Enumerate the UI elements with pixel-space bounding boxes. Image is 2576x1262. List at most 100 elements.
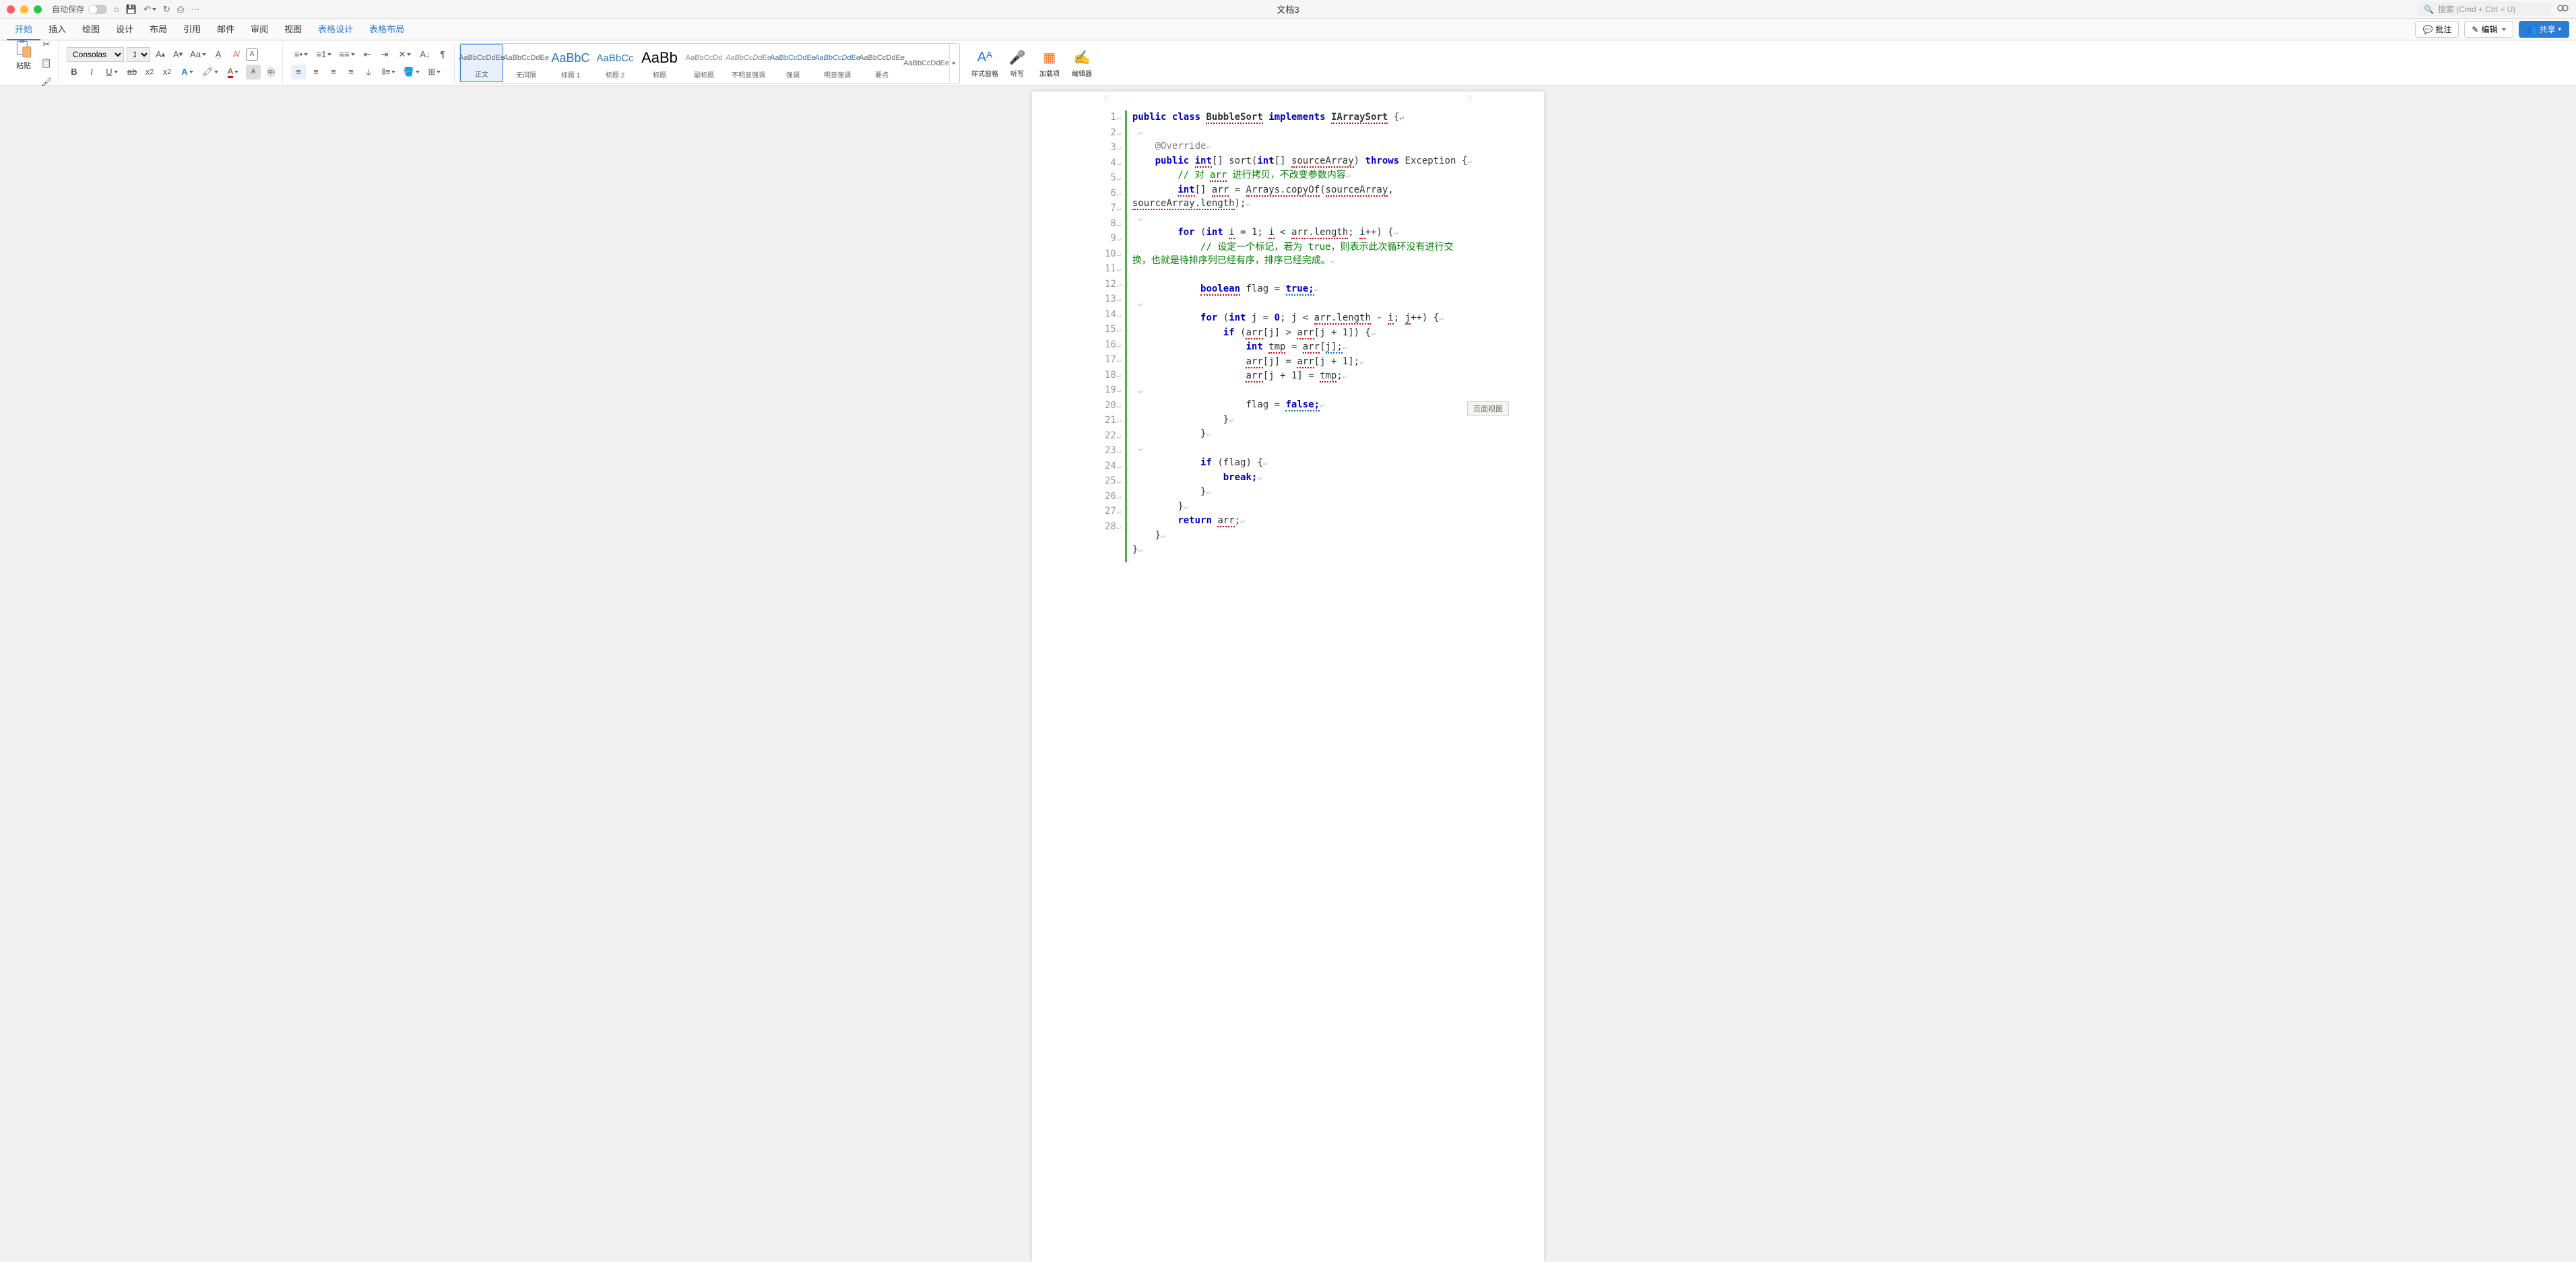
search-box[interactable]: 🔍 搜索 (Cmd + Ctrl + U) — [2417, 2, 2552, 16]
increase-font-button[interactable]: A▴ — [153, 47, 168, 62]
italic-button[interactable]: I — [84, 65, 99, 79]
code-line[interactable]: }↵ — [1132, 485, 1472, 500]
code-line[interactable]: arr[j + 1] = tmp;↵ — [1132, 369, 1472, 384]
code-line[interactable]: for (int i = 1; i < arr.length; i++) {↵ — [1132, 226, 1472, 240]
tab-6[interactable]: 邮件 — [209, 18, 243, 40]
align-right-button[interactable]: ≡ — [326, 65, 341, 79]
code-line[interactable]: if (arr[j] > arr[j + 1]) {↵ — [1132, 326, 1472, 341]
justify-button[interactable]: ≡ — [344, 65, 358, 79]
character-border-button[interactable]: A — [246, 48, 258, 61]
editor-button[interactable]: ✍编辑器 — [1068, 48, 1096, 78]
align-center-button[interactable]: ≡ — [309, 65, 323, 79]
change-case-button[interactable]: Aa — [188, 47, 208, 62]
clear-formatting-button[interactable]: A̸ — [228, 47, 243, 62]
underline-button[interactable]: U — [102, 65, 122, 79]
code-line[interactable]: ↵ — [1132, 442, 1472, 457]
code-line[interactable]: ↵ — [1132, 211, 1472, 226]
distributed-button[interactable]: ⫝ — [361, 65, 376, 79]
undo-icon[interactable]: ↶ — [143, 4, 156, 15]
styles-more-button[interactable]: ▸ — [949, 44, 959, 82]
tab-7[interactable]: 审阅 — [243, 18, 276, 40]
style-item-6[interactable]: AaBbCcDdEe不明显强调 — [727, 44, 770, 82]
code-line[interactable]: }↵ — [1132, 427, 1472, 442]
styles-pane-button[interactable]: Aᴬ样式窗格 — [971, 48, 999, 78]
subscript-button[interactable]: x2 — [142, 65, 157, 79]
style-item-9[interactable]: AaBbCcDdEe要点 — [860, 44, 903, 82]
collab-icon[interactable] — [2557, 2, 2569, 16]
copy-button[interactable]: 📋 — [39, 56, 54, 71]
tab-2[interactable]: 绘图 — [74, 18, 108, 40]
character-shading-button[interactable]: A — [246, 65, 261, 79]
enclose-characters-button[interactable]: ㊥ — [263, 65, 278, 79]
code-line[interactable]: }↵ — [1132, 413, 1472, 428]
editing-mode-button[interactable]: ✎ 编辑 — [2464, 21, 2513, 38]
code-line[interactable]: }↵ — [1132, 500, 1472, 514]
addins-button[interactable]: ▦加载项 — [1035, 48, 1064, 78]
font-name-select[interactable]: Consolas — [67, 47, 124, 62]
style-item-0[interactable]: AaBbCcDdEe正文 — [460, 44, 503, 82]
close-window-button[interactable] — [7, 5, 15, 13]
code-line[interactable]: arr[j] = arr[j + 1];↵ — [1132, 355, 1472, 370]
code-line[interactable]: public class BubbleSort implements IArra… — [1132, 110, 1472, 125]
code-line[interactable]: boolean flag = true;↵ — [1132, 282, 1472, 297]
style-item-7[interactable]: AaBbCcDdEe强调 — [771, 44, 814, 82]
font-size-select[interactable]: 12 — [127, 47, 150, 62]
multilevel-list-button[interactable]: ≡≡ — [337, 47, 357, 62]
code-line[interactable]: // 对 arr 进行拷贝，不改变参数内容↵ — [1132, 168, 1472, 183]
asian-layout-button[interactable]: ✕ — [395, 47, 415, 62]
highlight-button[interactable]: 🖍 — [200, 65, 220, 79]
code-line[interactable] — [1132, 269, 1472, 283]
autosave-toggle[interactable] — [88, 5, 107, 14]
code-line[interactable]: ↵ — [1132, 384, 1472, 399]
code-line[interactable]: int tmp = arr[j];↵ — [1132, 340, 1472, 355]
print-icon[interactable]: ⎙ — [177, 4, 184, 15]
sort-button[interactable]: A↓ — [418, 47, 432, 62]
minimize-window-button[interactable] — [20, 5, 28, 13]
tab-9[interactable]: 表格设计 — [310, 18, 361, 40]
increase-indent-button[interactable]: ⇥ — [377, 47, 392, 62]
font-color-button[interactable]: A — [223, 65, 243, 79]
superscript-button[interactable]: x2 — [160, 65, 174, 79]
tab-4[interactable]: 布局 — [141, 18, 175, 40]
document-area[interactable]: 1↵2↵3↵4↵5↵6↵7↵8↵9↵10↵11↵12↵13↵14↵15↵16↵1… — [0, 86, 2576, 1262]
show-marks-button[interactable]: ¶ — [435, 47, 450, 62]
tab-8[interactable]: 视图 — [276, 18, 310, 40]
style-item-4[interactable]: AaBb标题 — [638, 44, 681, 82]
code-line[interactable]: int[] arr = Arrays.copyOf(sourceArray, — [1132, 183, 1472, 197]
cut-button[interactable]: ✂ — [39, 37, 54, 52]
code-line[interactable]: }↵ — [1132, 529, 1472, 543]
share-button[interactable]: 👥 共享 ▾ — [2519, 21, 2570, 38]
align-left-button[interactable]: ≡ — [291, 65, 306, 79]
style-item-1[interactable]: AaBbCcDdEe无间隔 — [505, 44, 548, 82]
code-line[interactable]: flag = false;↵ — [1132, 398, 1472, 413]
tab-5[interactable]: 引用 — [175, 18, 209, 40]
numbering-button[interactable]: ≡1 — [314, 47, 334, 62]
decrease-font-button[interactable]: A▾ — [170, 47, 185, 62]
more-icon[interactable]: ⋯ — [191, 4, 199, 15]
style-item-2[interactable]: AaBbC标题 1 — [549, 44, 592, 82]
code-line[interactable]: if (flag) {↵ — [1132, 456, 1472, 471]
code-line[interactable]: ↵ — [1132, 297, 1472, 312]
save-icon[interactable]: 💾 — [126, 4, 137, 15]
maximize-window-button[interactable] — [34, 5, 42, 13]
code-content[interactable]: public class BubbleSort implements IArra… — [1127, 110, 1546, 562]
style-item-5[interactable]: AaBbCcDd副标题 — [682, 44, 726, 82]
code-line[interactable]: break;↵ — [1132, 471, 1472, 486]
shading-button[interactable]: 🪣 — [401, 65, 422, 79]
tab-10[interactable]: 表格布局 — [361, 18, 412, 40]
borders-button[interactable]: ⊞ — [424, 65, 445, 79]
home-icon[interactable]: ⌂ — [114, 4, 119, 15]
code-line[interactable]: public int[] sort(int[] sourceArray) thr… — [1132, 154, 1472, 169]
code-line[interactable]: return arr;↵ — [1132, 514, 1472, 529]
code-line[interactable]: // 设定一个标记，若为 true，则表示此次循环没有进行交换，也就是待排序列已… — [1132, 240, 1472, 269]
style-item-3[interactable]: AaBbCc标题 2 — [593, 44, 637, 82]
redo-icon[interactable]: ↻ — [163, 4, 170, 15]
style-item-8[interactable]: AaBbCcDdEe明显强调 — [816, 44, 859, 82]
text-effects-button[interactable]: A — [177, 65, 197, 79]
style-item-10[interactable]: AaBbCcDdEe — [905, 44, 948, 82]
code-line[interactable]: sourceArray.length);↵ — [1132, 197, 1472, 211]
code-line[interactable]: ↵ — [1132, 125, 1472, 140]
bold-button[interactable]: B — [67, 65, 82, 79]
tab-3[interactable]: 设计 — [108, 18, 141, 40]
strikethrough-button[interactable]: ab — [125, 65, 139, 79]
